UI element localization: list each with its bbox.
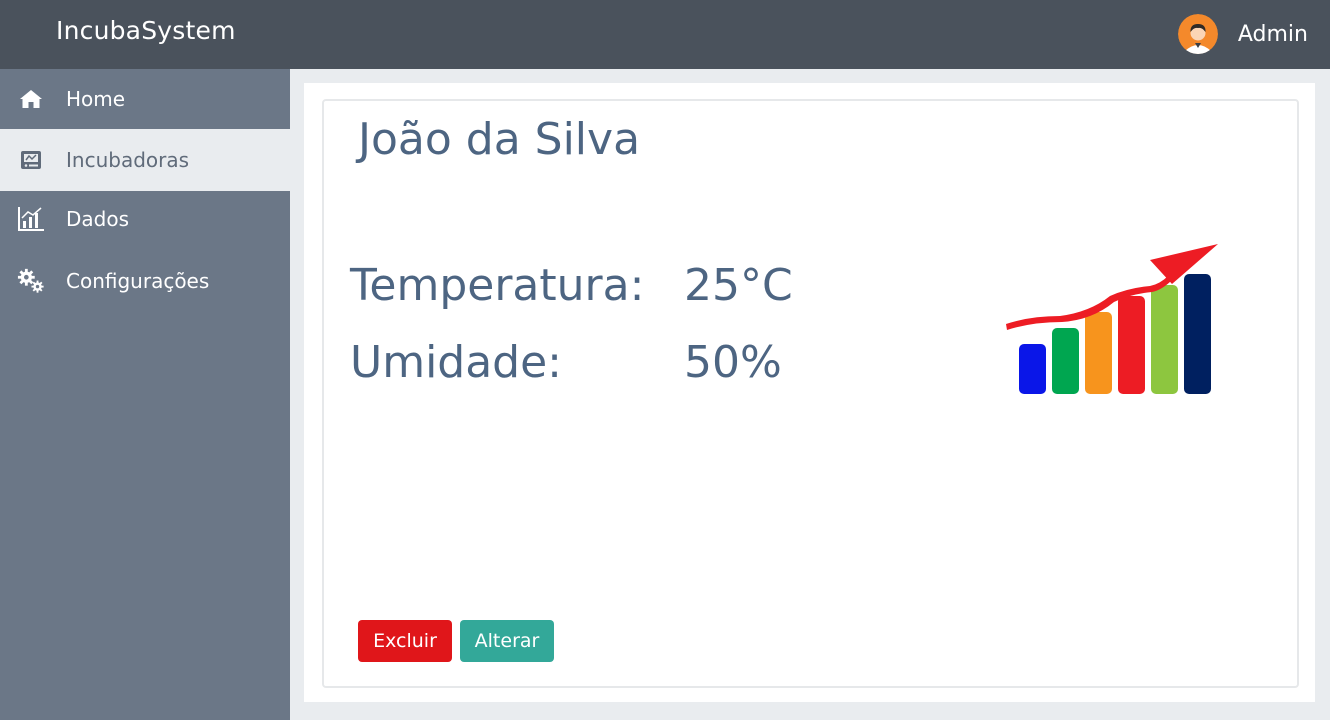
sidebar-item-incubadoras[interactable]: Incubadoras [0, 129, 290, 191]
sidebar-item-label: Dados [66, 207, 130, 231]
sidebar-item-dados[interactable]: Dados [0, 191, 290, 247]
sidebar-item-label: Incubadoras [66, 148, 190, 172]
user-avatar-icon[interactable] [1177, 14, 1218, 54]
user-menu[interactable]: Admin [1177, 14, 1308, 54]
delete-button[interactable]: Excluir [358, 620, 452, 662]
sidebar-item-configuracoes[interactable]: Configurações [0, 251, 290, 311]
person-name: João da Silva [358, 114, 641, 165]
sidebar-item-label: Configurações [66, 269, 210, 293]
temperature-label: Temperatura: [350, 260, 645, 311]
user-name[interactable]: Admin [1238, 22, 1308, 47]
gears-icon [17, 267, 45, 295]
sidebar: Home Incubadoras Dados Configurações [0, 69, 290, 720]
temperature-value: 25°C [684, 260, 793, 311]
home-icon [17, 85, 45, 113]
growth-chart-icon [1006, 244, 1218, 394]
sidebar-item-home[interactable]: Home [0, 69, 290, 129]
app-brand[interactable]: IncubaSystem [56, 16, 236, 45]
top-bar: IncubaSystem Admin [0, 0, 1330, 69]
bar-chart-icon [17, 205, 45, 233]
incubator-icon [17, 146, 45, 174]
sidebar-item-label: Home [66, 87, 126, 111]
humidity-label: Umidade: [350, 337, 563, 388]
edit-button[interactable]: Alterar [460, 620, 554, 662]
humidity-value: 50% [684, 337, 782, 388]
